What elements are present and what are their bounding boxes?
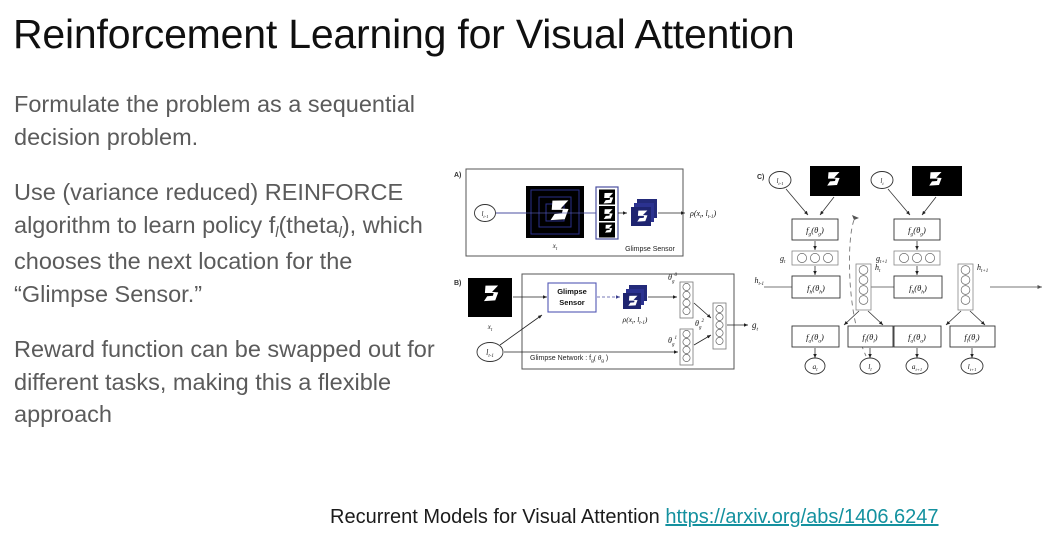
panel-a-sensor-label: Glimpse Sensor (625, 246, 675, 253)
caption-text: Recurrent Models for Visual Attention (330, 506, 666, 528)
paragraph-2-segment-2: (theta (278, 211, 339, 238)
paragraph-2-subscript-2: l (338, 224, 342, 241)
panel-c-t1-h-vector (957, 263, 974, 311)
panel-b-image-label: xt (487, 323, 493, 333)
panel-c-t-h-vector (855, 263, 872, 311)
panel-b-theta-g1: θg1 (668, 336, 677, 347)
panel-a-output-label: ρ(xt, lt-1) (689, 209, 717, 220)
panel-b-theta-g2: θg2 (695, 319, 704, 330)
panel-b-theta-g0: θg0 (668, 273, 677, 284)
panel-b-input-image (468, 278, 512, 317)
arxiv-paper-link[interactable]: https://arxiv.org/abs/1406.6247 (665, 506, 938, 528)
figure-caption: Recurrent Models for Visual Attention ht… (330, 504, 939, 530)
panel-c-t1-g-vector (893, 250, 941, 266)
panel-a-glimpse-representation (631, 199, 657, 226)
panel-b-sensor-line2: Sensor (559, 298, 585, 307)
panel-b-label: B) (454, 280, 461, 287)
panel-a-image-label: xt (552, 242, 558, 252)
panel-b-sensor-line1: Glimpse (557, 287, 587, 296)
panel-a-label: A) (454, 172, 461, 179)
panel-c-t-input-image (810, 166, 860, 196)
panel-b-merge-layer (712, 302, 727, 350)
panel-c: C) lt-1 fg(θg) gt ht-1 fh(θh) ht fa(θa) … (754, 166, 1042, 375)
body-text-block: Formulate the problem as a sequential de… (14, 88, 439, 431)
panel-a-input-image (526, 186, 584, 238)
bullet-paragraph-1: Formulate the problem as a sequential de… (14, 91, 416, 150)
panel-b-output-label: gt (752, 320, 759, 332)
panel-c-t-g-vector (791, 250, 839, 266)
panel-b-network-label: Glimpse Network : fg( θg ) (530, 354, 608, 364)
panel-c-t-h-in-label: ht-1 (754, 276, 764, 287)
page-title: Reinforcement Learning for Visual Attent… (13, 11, 795, 57)
bullet-paragraph-2: Use (variance reduced) REINFORCE algorit… (14, 176, 439, 310)
paragraph-2-subscript-1: l (275, 224, 279, 241)
ram-architecture-diagram: A) lt-1 xt ρ(xt, lt-1) Glimpse Sensor B)… (454, 166, 1042, 375)
architecture-figure: A) lt-1 xt ρ(xt, lt-1) Glimpse Sensor B)… (452, 163, 1044, 378)
panel-c-label: C) (757, 174, 764, 181)
panel-c-t1-h-out-label: ht+1 (977, 263, 988, 274)
panel-c-t-g-label: gt (780, 254, 786, 265)
panel-a-glimpse-patches (595, 186, 619, 240)
panel-b-hidden-layer-top (679, 281, 694, 319)
panel-c-t1-input-image (912, 166, 962, 196)
panel-b-rho-label: ρ(xt, lt-1) (622, 315, 648, 326)
panel-b: B) xt lt-1 Glimpse Sensor ρ(xt, lt-1) θg… (454, 273, 759, 370)
panel-a: A) lt-1 xt ρ(xt, lt-1) Glimpse Sensor (454, 168, 717, 257)
panel-b-glimpse-representation (623, 285, 647, 309)
panel-b-hidden-layer-bottom (679, 328, 694, 366)
slide-canvas: Reinforcement Learning for Visual Attent… (0, 0, 1045, 537)
panel-c-step-t: lt-1 fg(θg) gt ht-1 fh(θh) ht fa(θa) fl(… (754, 166, 894, 375)
bullet-paragraph-3: Reward function can be swapped out for d… (14, 336, 435, 427)
